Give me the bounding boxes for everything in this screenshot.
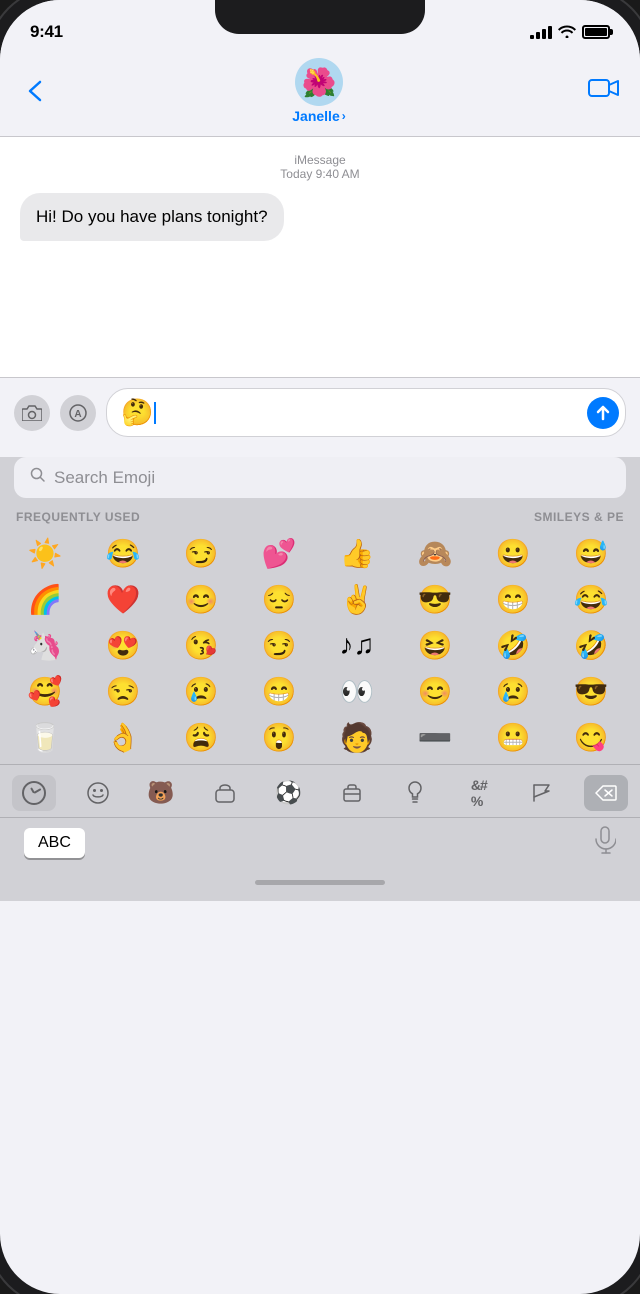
emoji-tab-objects[interactable] xyxy=(393,775,437,811)
emoji-cool[interactable]: 😎 xyxy=(554,668,628,714)
backspace-button[interactable] xyxy=(584,775,628,811)
signal-icon xyxy=(530,26,552,39)
emoji-ok-hand[interactable]: 👌 xyxy=(86,714,160,760)
svg-text:A: A xyxy=(74,409,81,420)
emoji-grin[interactable]: 😀 xyxy=(476,530,550,576)
contact-name: Janelle › xyxy=(292,108,345,124)
emoji-rofl[interactable]: 😂 xyxy=(554,576,628,622)
video-call-button[interactable] xyxy=(588,77,620,105)
emoji-biglaugh[interactable]: 😁 xyxy=(242,668,316,714)
emoji-grimace[interactable]: 😬 xyxy=(476,714,550,760)
emoji-yum[interactable]: 😋 xyxy=(554,714,628,760)
emoji-lovesmile[interactable]: 🥰 xyxy=(8,668,82,714)
frequent-section-label: FREQUENTLY USED xyxy=(16,510,140,524)
emoji-rolling[interactable]: 🤣 xyxy=(476,622,550,668)
emoji-sweat[interactable]: 😅 xyxy=(554,530,628,576)
emoji-tab-flags[interactable] xyxy=(520,775,564,811)
phone-frame: 9:41 xyxy=(0,0,640,1294)
emoji-smirk[interactable]: 😏 xyxy=(164,530,238,576)
contact-info[interactable]: 🌺 Janelle › xyxy=(292,58,345,124)
emoji-peace[interactable]: ✌️ xyxy=(320,576,394,622)
received-message-bubble: Hi! Do you have plans tonight? xyxy=(20,193,284,241)
smileys-section-label: SMILEYS & PE xyxy=(534,510,624,524)
emoji-rainbow[interactable]: 🌈 xyxy=(8,576,82,622)
emoji-minus[interactable]: ➖ xyxy=(398,714,472,760)
emoji-sunglasses[interactable]: 😎 xyxy=(398,576,472,622)
emoji-wink[interactable]: 😏 xyxy=(242,622,316,668)
home-bar xyxy=(255,880,385,885)
send-button[interactable] xyxy=(587,397,619,429)
microphone-button[interactable] xyxy=(594,826,616,860)
emoji-grinning[interactable]: 😊 xyxy=(398,668,472,714)
emoji-keyboard: Search Emoji FREQUENTLY USED SMILEYS & P… xyxy=(0,457,640,901)
emoji-monkey[interactable]: 🙈 xyxy=(398,530,472,576)
emoji-weeping[interactable]: 😢 xyxy=(476,668,550,714)
search-placeholder: Search Emoji xyxy=(54,468,155,488)
cursor xyxy=(154,402,156,424)
emoji-tired[interactable]: 😩 xyxy=(164,714,238,760)
input-area: A 🤔 xyxy=(0,377,640,447)
message-timestamp: iMessage Today 9:40 AM xyxy=(20,153,620,181)
emoji-tab-symbols[interactable]: &#% xyxy=(457,775,501,811)
emoji-laugh-cry[interactable]: 😂 xyxy=(86,530,160,576)
camera-button[interactable] xyxy=(14,395,50,431)
emoji-unamused[interactable]: 😒 xyxy=(86,668,160,714)
emoji-kiss[interactable]: 😘 xyxy=(164,622,238,668)
emoji-cry[interactable]: 😢 xyxy=(164,668,238,714)
app-store-button[interactable]: A xyxy=(60,395,96,431)
emoji-search-bar[interactable]: Search Emoji xyxy=(14,457,626,498)
message-input[interactable]: 🤔 xyxy=(106,388,626,437)
emoji-category-toolbar: 🐻 ⚽ xyxy=(0,764,640,817)
input-emoji: 🤔 xyxy=(121,397,153,428)
nav-bar: 🌺 Janelle › xyxy=(0,50,640,137)
emoji-thumbsup[interactable]: 👍 xyxy=(320,530,394,576)
wifi-icon xyxy=(558,24,576,41)
emoji-section-headers: FREQUENTLY USED SMILEYS & PE xyxy=(0,506,640,530)
emoji-smile[interactable]: 😊 xyxy=(164,576,238,622)
emoji-glass[interactable]: 🥛 xyxy=(8,714,82,760)
contact-avatar: 🌺 xyxy=(295,58,343,106)
search-icon xyxy=(30,467,46,488)
emoji-person[interactable]: 🧑 xyxy=(320,714,394,760)
back-button[interactable] xyxy=(20,76,50,106)
emoji-bigsmile[interactable]: 😁 xyxy=(476,576,550,622)
emoji-sad[interactable]: 😔 xyxy=(242,576,316,622)
notch xyxy=(215,0,425,34)
battery-icon xyxy=(582,25,610,39)
emoji-unicorn[interactable]: 🦄 xyxy=(8,622,82,668)
emoji-tab-animals[interactable]: 🐻 xyxy=(139,775,183,811)
emoji-heart-eyes[interactable]: 😍 xyxy=(86,622,160,668)
emoji-tab-recent[interactable] xyxy=(12,775,56,811)
emoji-tab-food[interactable] xyxy=(203,775,247,811)
emoji-tab-sports[interactable]: ⚽ xyxy=(266,775,310,811)
abc-button[interactable]: ABC xyxy=(24,828,85,858)
clock-icon xyxy=(22,781,46,805)
contact-chevron: › xyxy=(342,109,346,123)
emoji-tab-travel[interactable] xyxy=(330,775,374,811)
status-time: 9:41 xyxy=(30,22,63,42)
emoji-notes[interactable]: ♪♫ xyxy=(320,622,394,668)
emoji-hearts[interactable]: 💕 xyxy=(242,530,316,576)
messages-area: iMessage Today 9:40 AM Hi! Do you have p… xyxy=(0,137,640,377)
emoji-beaming[interactable]: 😆 xyxy=(398,622,472,668)
emoji-astonished[interactable]: 😲 xyxy=(242,714,316,760)
emoji-tab-smileys[interactable] xyxy=(76,775,120,811)
status-icons xyxy=(530,24,610,41)
emoji-eyes[interactable]: 👀 xyxy=(320,668,394,714)
emoji-grid: ☀️ 😂 😏 💕 👍 🙈 😀 😅 🌈 ❤️ 😊 😔 ✌️ 😎 😁 😂 🦄 😍 😘… xyxy=(0,530,640,760)
home-indicator xyxy=(0,872,640,901)
emoji-heart[interactable]: ❤️ xyxy=(86,576,160,622)
emoji-sun[interactable]: ☀️ xyxy=(8,530,82,576)
emoji-tilted[interactable]: 🤣 xyxy=(554,622,628,668)
keyboard-bottom-bar: ABC xyxy=(0,817,640,872)
